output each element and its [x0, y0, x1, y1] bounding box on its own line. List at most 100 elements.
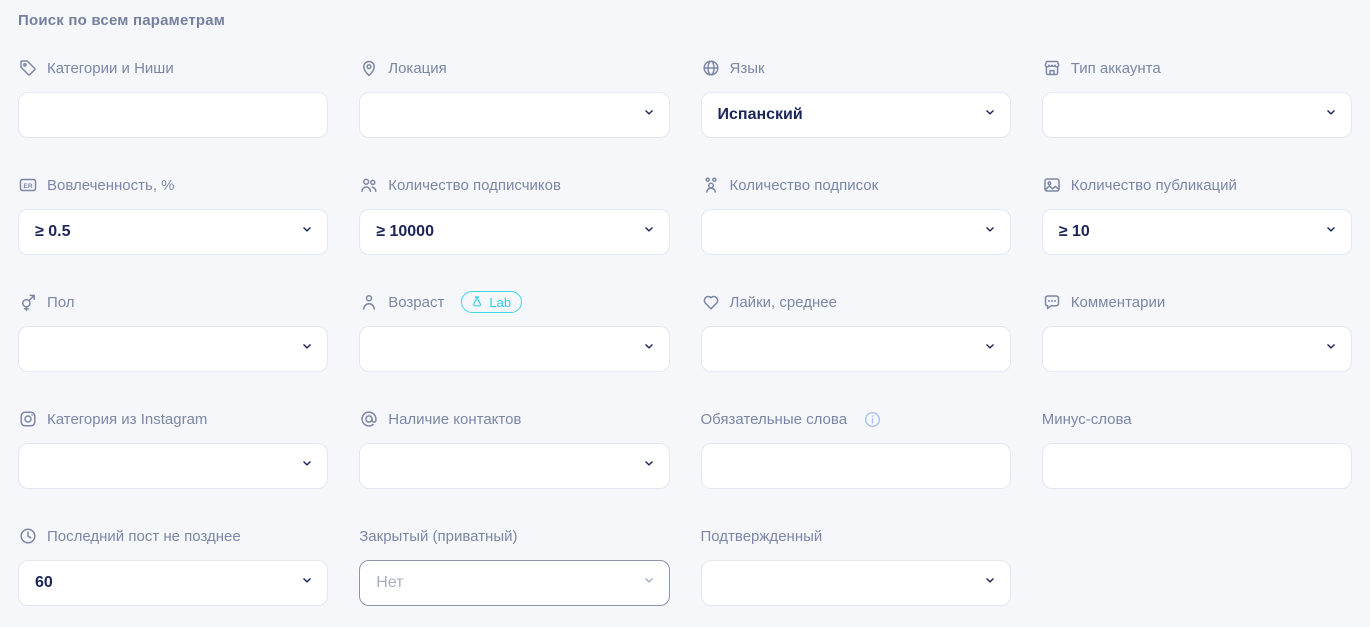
- chevron-down-icon: [300, 340, 314, 359]
- required-words-input[interactable]: [701, 443, 1011, 489]
- image-icon: [1042, 175, 1062, 195]
- field-label: Количество подписчиков: [359, 174, 669, 196]
- minus-words-input[interactable]: [1042, 443, 1352, 489]
- field-label-text: Вовлеченность, %: [47, 177, 175, 194]
- account-type-select[interactable]: [1042, 92, 1352, 138]
- engagement-field: Вовлеченность, % ≥ 0.5: [18, 174, 328, 255]
- followings-count-field: Количество подписок: [701, 174, 1011, 255]
- chevron-down-icon: [983, 340, 997, 359]
- chevron-down-icon: [642, 106, 656, 125]
- info-icon[interactable]: [863, 410, 882, 429]
- tag-icon: [18, 58, 38, 78]
- location-select[interactable]: [359, 92, 669, 138]
- posts-count-field: Количество публикаций ≥ 10: [1042, 174, 1352, 255]
- categories-input[interactable]: [18, 92, 328, 138]
- followers-count-field: Количество подписчиков ≥ 10000: [359, 174, 669, 255]
- field-label-text: Количество публикаций: [1071, 177, 1237, 194]
- last-post-field: Последний пост не позднее 60: [18, 525, 328, 606]
- followers-count-select[interactable]: ≥ 10000: [359, 209, 669, 255]
- field-label: Обязательные слова: [701, 408, 1011, 430]
- field-label-text: Язык: [730, 60, 765, 77]
- field-label-text: Подтвержденный: [701, 528, 823, 545]
- select-value: Нет: [376, 574, 403, 592]
- select-value: Испанский: [718, 106, 803, 124]
- verified-field: Подтвержденный: [701, 525, 1011, 606]
- field-label-text: Закрытый (приватный): [359, 528, 517, 545]
- chevron-down-icon: [642, 340, 656, 359]
- required-words-field: Обязательные слова: [701, 408, 1011, 489]
- chevron-down-icon: [1324, 340, 1338, 359]
- field-label-text: Тип аккаунта: [1071, 60, 1161, 77]
- at-sign-icon: [359, 409, 379, 429]
- avg-likes-select[interactable]: [701, 326, 1011, 372]
- contacts-presence-select[interactable]: [359, 443, 669, 489]
- select-value: ≥ 10000: [376, 223, 434, 241]
- location-pin-icon: [359, 58, 379, 78]
- gender-icon: [18, 292, 38, 312]
- followers-icon: [359, 175, 379, 195]
- clock-icon: [18, 526, 38, 546]
- field-label-text: Обязательные слова: [701, 411, 848, 428]
- comments-field: Комментарии: [1042, 291, 1352, 372]
- field-label: Наличие контактов: [359, 408, 669, 430]
- location-field: Локация: [359, 57, 669, 138]
- engagement-select[interactable]: ≥ 0.5: [18, 209, 328, 255]
- chevron-down-icon: [300, 457, 314, 476]
- chevron-down-icon: [983, 106, 997, 125]
- posts-count-select[interactable]: ≥ 10: [1042, 209, 1352, 255]
- field-label-text: Комментарии: [1071, 294, 1165, 311]
- age-select[interactable]: [359, 326, 669, 372]
- field-label: Категория из Instagram: [18, 408, 328, 430]
- field-label: Минус-слова: [1042, 408, 1352, 430]
- chevron-down-icon: [300, 574, 314, 593]
- field-label-text: Возраст: [388, 294, 444, 311]
- field-label-text: Категории и Ниши: [47, 60, 174, 77]
- chevron-down-icon: [642, 457, 656, 476]
- private-field: Закрытый (приватный) Нет: [359, 525, 669, 606]
- filters-grid: Категории и Ниши Локация Язык Испанский: [14, 57, 1356, 606]
- instagram-category-field: Категория из Instagram: [18, 408, 328, 489]
- select-value: 60: [35, 574, 53, 592]
- field-label-text: Наличие контактов: [388, 411, 521, 428]
- language-select[interactable]: Испанский: [701, 92, 1011, 138]
- comment-icon: [1042, 292, 1062, 312]
- field-label-text: Количество подписок: [730, 177, 879, 194]
- minus-words-field: Минус-слова: [1042, 408, 1352, 489]
- chevron-down-icon: [642, 223, 656, 242]
- select-value: ≥ 10: [1059, 223, 1090, 241]
- person-icon: [359, 292, 379, 312]
- chevron-down-icon: [642, 574, 656, 593]
- chevron-down-icon: [300, 223, 314, 242]
- field-label-text: Пол: [47, 294, 75, 311]
- flask-icon: [470, 295, 484, 309]
- last-post-select[interactable]: 60: [18, 560, 328, 606]
- storefront-icon: [1042, 58, 1062, 78]
- field-label: Язык: [701, 57, 1011, 79]
- search-filters-panel: Поиск по всем параметрам Категории и Ниш…: [0, 0, 1370, 606]
- lab-badge-text: Lab: [489, 296, 511, 309]
- field-label: Вовлеченность, %: [18, 174, 328, 196]
- following-icon: [701, 175, 721, 195]
- field-label-text: Количество подписчиков: [388, 177, 561, 194]
- field-label-text: Минус-слова: [1042, 411, 1132, 428]
- field-label-text: Локация: [388, 60, 447, 77]
- globe-icon: [701, 58, 721, 78]
- page-title: Поиск по всем параметрам: [14, 10, 1356, 29]
- categories-niches-field: Категории и Ниши: [18, 57, 328, 138]
- field-label: Пол: [18, 291, 328, 313]
- age-field: Возраст Lab: [359, 291, 669, 372]
- verified-select[interactable]: [701, 560, 1011, 606]
- field-label: Лайки, среднее: [701, 291, 1011, 313]
- avg-likes-field: Лайки, среднее: [701, 291, 1011, 372]
- er-badge-icon: [18, 175, 38, 195]
- field-label: Последний пост не позднее: [18, 525, 328, 547]
- comments-select[interactable]: [1042, 326, 1352, 372]
- private-select[interactable]: Нет: [359, 560, 669, 606]
- field-label: Тип аккаунта: [1042, 57, 1352, 79]
- instagram-category-select[interactable]: [18, 443, 328, 489]
- field-label: Категории и Ниши: [18, 57, 328, 79]
- followings-count-select[interactable]: [701, 209, 1011, 255]
- account-type-field: Тип аккаунта: [1042, 57, 1352, 138]
- gender-select[interactable]: [18, 326, 328, 372]
- field-label: Комментарии: [1042, 291, 1352, 313]
